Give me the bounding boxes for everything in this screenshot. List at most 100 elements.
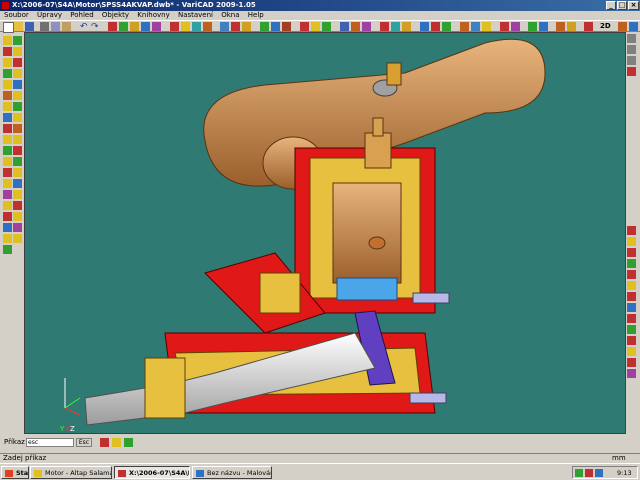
edit-tool-19-icon[interactable] [13,234,22,243]
tool-34-icon[interactable] [539,22,548,31]
draw-tool-1-icon[interactable] [3,36,12,45]
draw-tool-5-icon[interactable] [3,80,12,89]
tool-19-icon[interactable] [340,22,349,31]
edit-tool-13-icon[interactable] [13,168,22,177]
tool-29-icon[interactable] [471,22,480,31]
draw-tool-3-icon[interactable] [3,58,12,67]
right-tool-14-icon[interactable] [627,325,636,334]
draw-tool-7-icon[interactable] [3,102,12,111]
edit-tool-3-icon[interactable] [13,58,22,67]
view-3d-icon[interactable] [618,22,627,31]
snap-2-icon[interactable] [112,438,121,447]
edit-tool-18-icon[interactable] [13,223,22,232]
right-tool-5-icon[interactable] [627,226,636,235]
right-tool-18-icon[interactable] [627,369,636,378]
menu-help[interactable]: Help [248,11,264,19]
edit-tool-15-icon[interactable] [13,190,22,199]
tool-3-icon[interactable] [130,22,139,31]
edit-tool-4-icon[interactable] [13,69,22,78]
maximize-button[interactable]: □ [617,1,627,10]
tool-14-icon[interactable] [271,22,280,31]
edit-tool-9-icon[interactable] [13,124,22,133]
draw-tool-4-icon[interactable] [3,69,12,78]
draw-tool-15-icon[interactable] [3,190,12,199]
draw-tool-2-icon[interactable] [3,47,12,56]
edit-tool-17-icon[interactable] [13,212,22,221]
save-icon[interactable] [25,22,34,31]
draw-tool-18-icon[interactable] [3,223,12,232]
right-tool-2-icon[interactable] [627,45,636,54]
tool-10-icon[interactable] [220,22,229,31]
draw-tool-8-icon[interactable] [3,113,12,122]
view-2d-button[interactable]: 2D [600,22,614,31]
tool-9-icon[interactable] [203,22,212,31]
right-tool-3-icon[interactable] [627,56,636,65]
right-tool-10-icon[interactable] [627,281,636,290]
tool-20-icon[interactable] [351,22,360,31]
tool-31-icon[interactable] [500,22,509,31]
paste-icon[interactable] [62,22,71,31]
draw-tool-11-icon[interactable] [3,146,12,155]
draw-tool-20-icon[interactable] [3,245,12,254]
right-tool-6-icon[interactable] [627,237,636,246]
right-tool-9-icon[interactable] [627,270,636,279]
copy-icon[interactable] [51,22,60,31]
edit-tool-12-icon[interactable] [13,157,22,166]
draw-tool-19-icon[interactable] [3,234,12,243]
tool-33-icon[interactable] [528,22,537,31]
tool-23-icon[interactable] [391,22,400,31]
tray-icon-1[interactable] [575,469,583,477]
tool-21-icon[interactable] [362,22,371,31]
edit-tool-14-icon[interactable] [13,179,22,188]
command-input[interactable]: esc [26,438,74,447]
start-button[interactable]: Start [1,466,29,479]
menu-upravy[interactable]: Úpravy [37,11,62,19]
tool-13-icon[interactable] [260,22,269,31]
right-tool-13-icon[interactable] [627,314,636,323]
edit-tool-7-icon[interactable] [13,102,22,111]
right-tool-11-icon[interactable] [627,292,636,301]
tray-icon-2[interactable] [585,469,593,477]
tool-17-icon[interactable] [311,22,320,31]
close-button[interactable]: × [628,1,639,10]
draw-tool-13-icon[interactable] [3,168,12,177]
right-tool-4-icon[interactable] [627,67,636,76]
tool-8-icon[interactable] [192,22,201,31]
menu-soubor[interactable]: Soubor [4,11,29,19]
edit-tool-6-icon[interactable] [13,91,22,100]
tool-4-icon[interactable] [141,22,150,31]
undo-icon[interactable]: ↶ [80,22,89,32]
task-paint[interactable]: Bez názvu - Malování [192,466,272,479]
tool-32-icon[interactable] [511,22,520,31]
esc-button[interactable]: Esc [76,438,92,447]
right-tool-7-icon[interactable] [627,248,636,257]
tool-22-icon[interactable] [380,22,389,31]
tool-25-icon[interactable] [420,22,429,31]
edit-tool-11-icon[interactable] [13,146,22,155]
snap-1-icon[interactable] [100,438,109,447]
tool-35-icon[interactable] [556,22,565,31]
menu-pohled[interactable]: Pohled [70,11,93,19]
draw-tool-9-icon[interactable] [3,124,12,133]
task-varicad[interactable]: X:\2006-07\S4A\Mot... [114,466,190,479]
tray-icon-3[interactable] [595,469,603,477]
tool-36-icon[interactable] [567,22,576,31]
snap-3-icon[interactable] [124,438,133,447]
edit-tool-1-icon[interactable] [13,36,22,45]
draw-tool-14-icon[interactable] [3,179,12,188]
edit-tool-5-icon[interactable] [13,80,22,89]
tool-24-icon[interactable] [402,22,411,31]
minimize-button[interactable]: _ [606,1,616,10]
draw-tool-16-icon[interactable] [3,201,12,210]
tool-28-icon[interactable] [460,22,469,31]
tool-7-icon[interactable] [181,22,190,31]
redo-icon[interactable]: ↷ [91,22,100,32]
menu-okna[interactable]: Okna [221,11,239,19]
tool-16-icon[interactable] [300,22,309,31]
edit-tool-16-icon[interactable] [13,201,22,210]
tool-27-icon[interactable] [442,22,451,31]
draw-tool-6-icon[interactable] [3,91,12,100]
cad-viewport[interactable]: X Y Z [24,32,626,434]
edit-tool-2-icon[interactable] [13,47,22,56]
settings-icon[interactable] [629,22,638,31]
